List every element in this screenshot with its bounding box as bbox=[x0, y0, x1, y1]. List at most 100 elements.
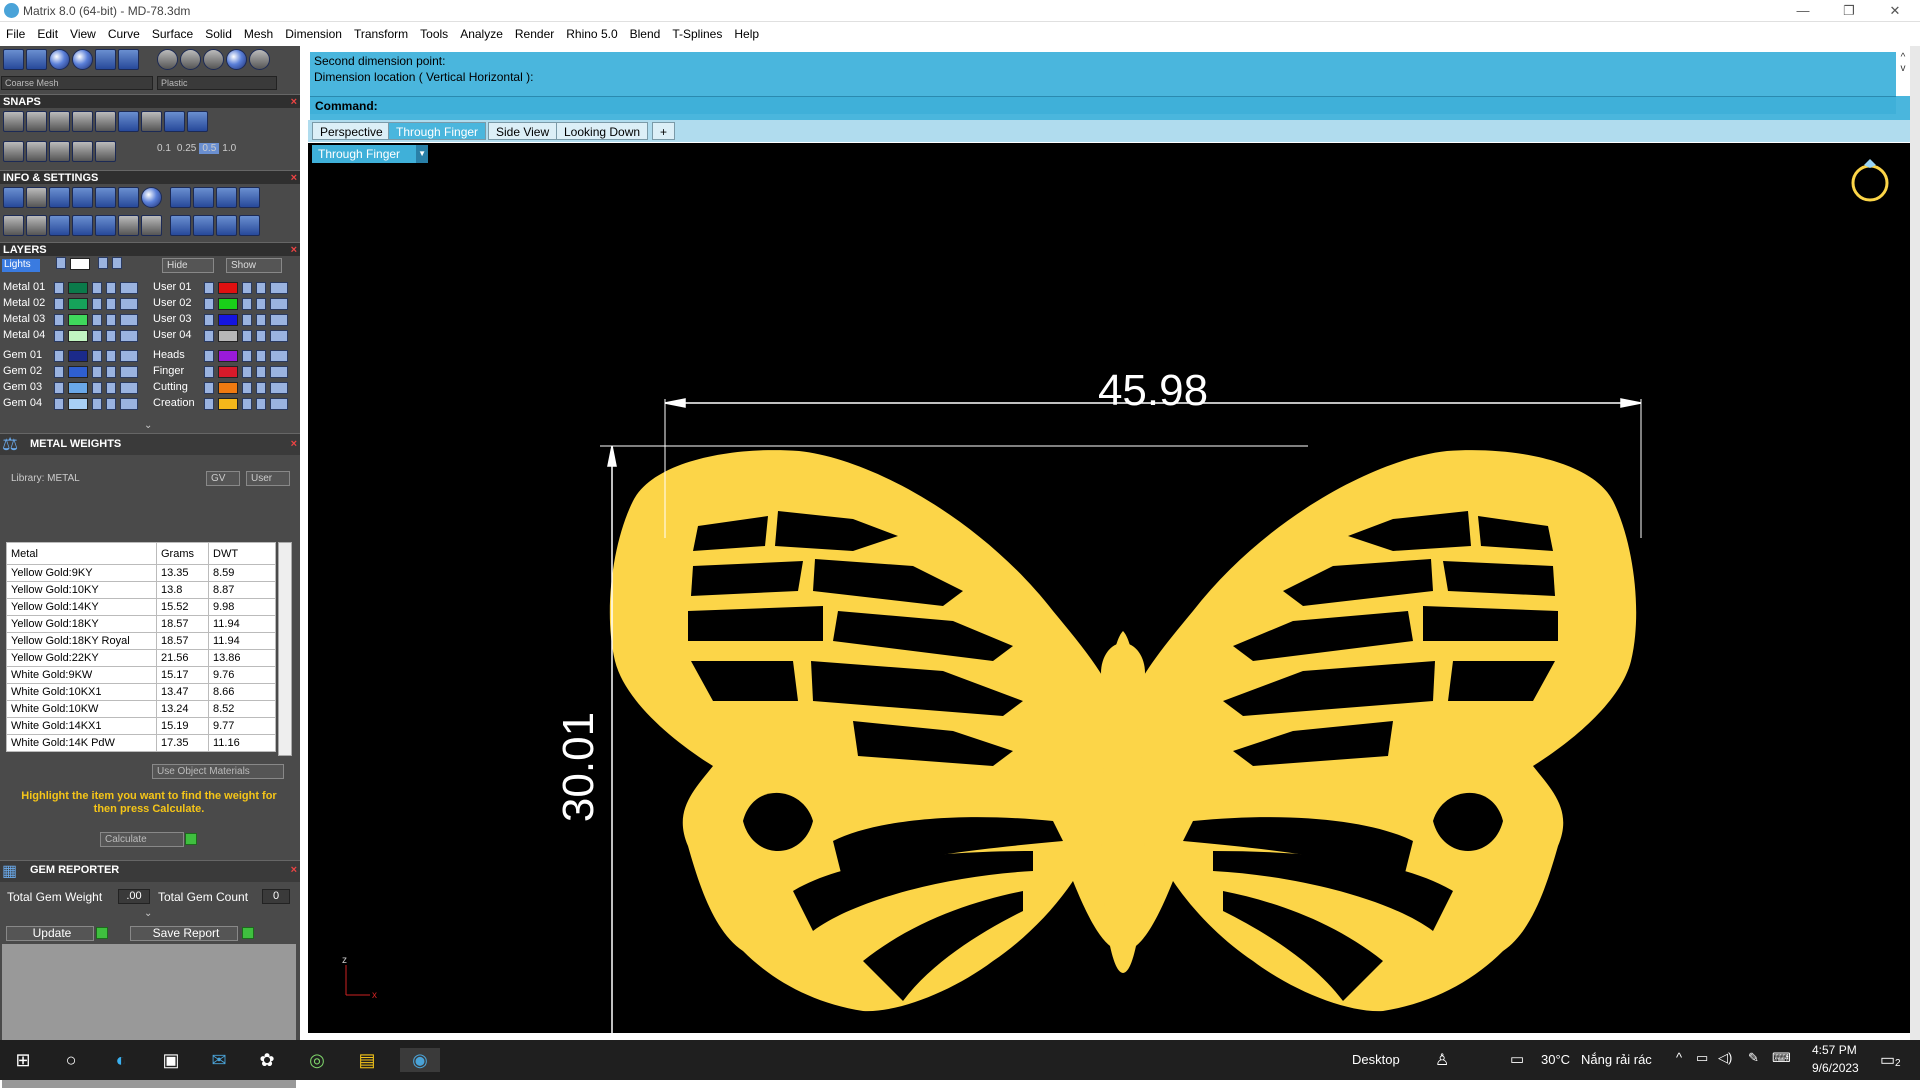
table-row[interactable]: White Gold:14KX1 15.19 9.77 bbox=[6, 717, 276, 735]
material-select[interactable]: Plastic bbox=[157, 76, 277, 90]
cube-icon[interactable] bbox=[49, 215, 70, 236]
layer-current-icon[interactable] bbox=[270, 282, 288, 294]
snap-end-icon[interactable] bbox=[3, 111, 24, 132]
layer-current-icon[interactable] bbox=[270, 366, 288, 378]
layer-current-icon[interactable] bbox=[120, 330, 138, 342]
layer-color-swatch[interactable] bbox=[218, 314, 238, 326]
tab-looking-down[interactable]: Looking Down bbox=[556, 122, 649, 140]
menu-help[interactable]: Help bbox=[728, 23, 765, 41]
notification-icon[interactable]: ▭ bbox=[1880, 1050, 1895, 1070]
menu-edit[interactable]: Edit bbox=[31, 23, 64, 41]
lights-lock[interactable] bbox=[98, 257, 108, 269]
layer-arrow-icon[interactable] bbox=[204, 330, 214, 342]
gem-d-icon[interactable] bbox=[239, 215, 260, 236]
table-row[interactable]: White Gold:10KX1 13.47 8.66 bbox=[6, 683, 276, 701]
layer-arrow-icon[interactable] bbox=[54, 366, 64, 378]
tab-perspective[interactable]: Perspective bbox=[312, 122, 391, 140]
rect-icon[interactable] bbox=[26, 215, 47, 236]
hide-button[interactable]: Hide bbox=[162, 258, 214, 273]
tool-d-icon[interactable] bbox=[239, 187, 260, 208]
col-metal[interactable]: Metal bbox=[6, 542, 157, 565]
layer-lock-icon[interactable] bbox=[242, 366, 252, 378]
lights-layer[interactable]: Lights bbox=[2, 259, 40, 272]
layer-visibility-icon[interactable] bbox=[106, 350, 116, 362]
layer-visibility-icon[interactable] bbox=[106, 382, 116, 394]
layer-arrow-icon[interactable] bbox=[204, 350, 214, 362]
calculate-button[interactable]: Calculate bbox=[100, 832, 184, 847]
snap-value-1[interactable]: 0.1 bbox=[154, 143, 174, 154]
layer-row[interactable]: Creation bbox=[150, 396, 298, 412]
layer-lock-icon[interactable] bbox=[92, 366, 102, 378]
add-tab-button[interactable]: + bbox=[652, 122, 676, 140]
layer-visibility-icon[interactable] bbox=[256, 282, 266, 294]
layer-arrow-icon[interactable] bbox=[204, 282, 214, 294]
layer-arrow-icon[interactable] bbox=[54, 398, 64, 410]
material-sphere-3-icon[interactable] bbox=[203, 49, 224, 70]
layer-visibility-icon[interactable] bbox=[256, 330, 266, 342]
material-sphere-2-icon[interactable] bbox=[180, 49, 201, 70]
snap-value-3[interactable]: 0.5 bbox=[199, 143, 220, 154]
layer-color-swatch[interactable] bbox=[218, 330, 238, 342]
table-row[interactable]: White Gold:10KW 13.24 8.52 bbox=[6, 700, 276, 718]
collapse-chevron-icon[interactable]: ⌄ bbox=[144, 420, 152, 431]
menu-view[interactable]: View bbox=[64, 23, 102, 41]
snap-perp-icon[interactable] bbox=[141, 111, 162, 132]
snap-value-2[interactable]: 0.25 bbox=[174, 143, 199, 154]
command-line[interactable]: Command: bbox=[310, 96, 1896, 114]
grid-icon[interactable] bbox=[3, 215, 24, 236]
edge-browser-icon[interactable]: ◐ bbox=[108, 1048, 134, 1072]
butterfly-model[interactable] bbox=[609, 450, 1637, 1012]
layer-color-swatch[interactable] bbox=[68, 398, 88, 410]
menu-transform[interactable]: Transform bbox=[348, 23, 414, 41]
layer-row[interactable]: Finger bbox=[150, 364, 298, 380]
snap-near-icon[interactable] bbox=[26, 111, 47, 132]
close-icon[interactable]: × bbox=[291, 861, 297, 879]
cylinder-icon[interactable] bbox=[72, 215, 93, 236]
use-object-materials-toggle[interactable]: Use Object Materials bbox=[152, 764, 284, 779]
menu-blend[interactable]: Blend bbox=[624, 23, 667, 41]
layer-lock-icon[interactable] bbox=[242, 350, 252, 362]
command-scroll[interactable]: ^ v bbox=[1896, 52, 1910, 96]
menu-tools[interactable]: Tools bbox=[414, 23, 454, 41]
smarttrack-icon[interactable] bbox=[95, 141, 116, 162]
layer-current-icon[interactable] bbox=[270, 314, 288, 326]
weather-icon[interactable]: ▭ bbox=[1510, 1050, 1524, 1068]
layer-lock-icon[interactable] bbox=[92, 382, 102, 394]
layer-visibility-icon[interactable] bbox=[256, 314, 266, 326]
volume-icon[interactable]: ◁) bbox=[1718, 1050, 1732, 1066]
zoom-icon[interactable] bbox=[26, 187, 47, 208]
layer-visibility-icon[interactable] bbox=[106, 398, 116, 410]
layer-row[interactable]: Gem 03 bbox=[0, 380, 148, 396]
points-icon[interactable] bbox=[118, 215, 139, 236]
layer-visibility-icon[interactable] bbox=[106, 330, 116, 342]
gem-c-icon[interactable] bbox=[216, 215, 237, 236]
layer-color-swatch[interactable] bbox=[218, 366, 238, 378]
people-icon[interactable]: ♙ bbox=[1435, 1050, 1449, 1070]
update-button[interactable]: Update bbox=[6, 926, 94, 941]
file-explorer-icon[interactable]: ▤ bbox=[354, 1048, 380, 1072]
layer-lock-icon[interactable] bbox=[242, 282, 252, 294]
layer-color-swatch[interactable] bbox=[68, 382, 88, 394]
ring-view-icon[interactable] bbox=[1851, 159, 1889, 202]
move-view-icon[interactable] bbox=[26, 49, 47, 70]
menu-mesh[interactable]: Mesh bbox=[238, 23, 279, 41]
snap-int-icon[interactable] bbox=[118, 111, 139, 132]
show-button[interactable]: Show bbox=[226, 258, 282, 273]
pen-icon[interactable] bbox=[118, 187, 139, 208]
layer-row[interactable]: Heads bbox=[150, 348, 298, 364]
shaded-sphere-icon[interactable] bbox=[72, 49, 93, 70]
close-button[interactable]: ✕ bbox=[1872, 0, 1918, 22]
layer-color-swatch[interactable] bbox=[218, 298, 238, 310]
layer-visibility-icon[interactable] bbox=[256, 298, 266, 310]
tray-chevron-icon[interactable]: ^ bbox=[1676, 1050, 1682, 1065]
layer-visibility-icon[interactable] bbox=[256, 366, 266, 378]
layer-row[interactable]: Gem 04 bbox=[0, 396, 148, 412]
menu-analyze[interactable]: Analyze bbox=[454, 23, 509, 41]
close-icon[interactable]: × bbox=[291, 243, 297, 257]
mail-icon[interactable]: ✉ bbox=[206, 1048, 232, 1072]
layer-arrow-icon[interactable] bbox=[204, 398, 214, 410]
menu-surface[interactable]: Surface bbox=[146, 23, 199, 41]
snap-tan-icon[interactable] bbox=[164, 111, 185, 132]
layer-lock-icon[interactable] bbox=[242, 398, 252, 410]
desktop-toolbar[interactable]: Desktop bbox=[1352, 1052, 1400, 1067]
